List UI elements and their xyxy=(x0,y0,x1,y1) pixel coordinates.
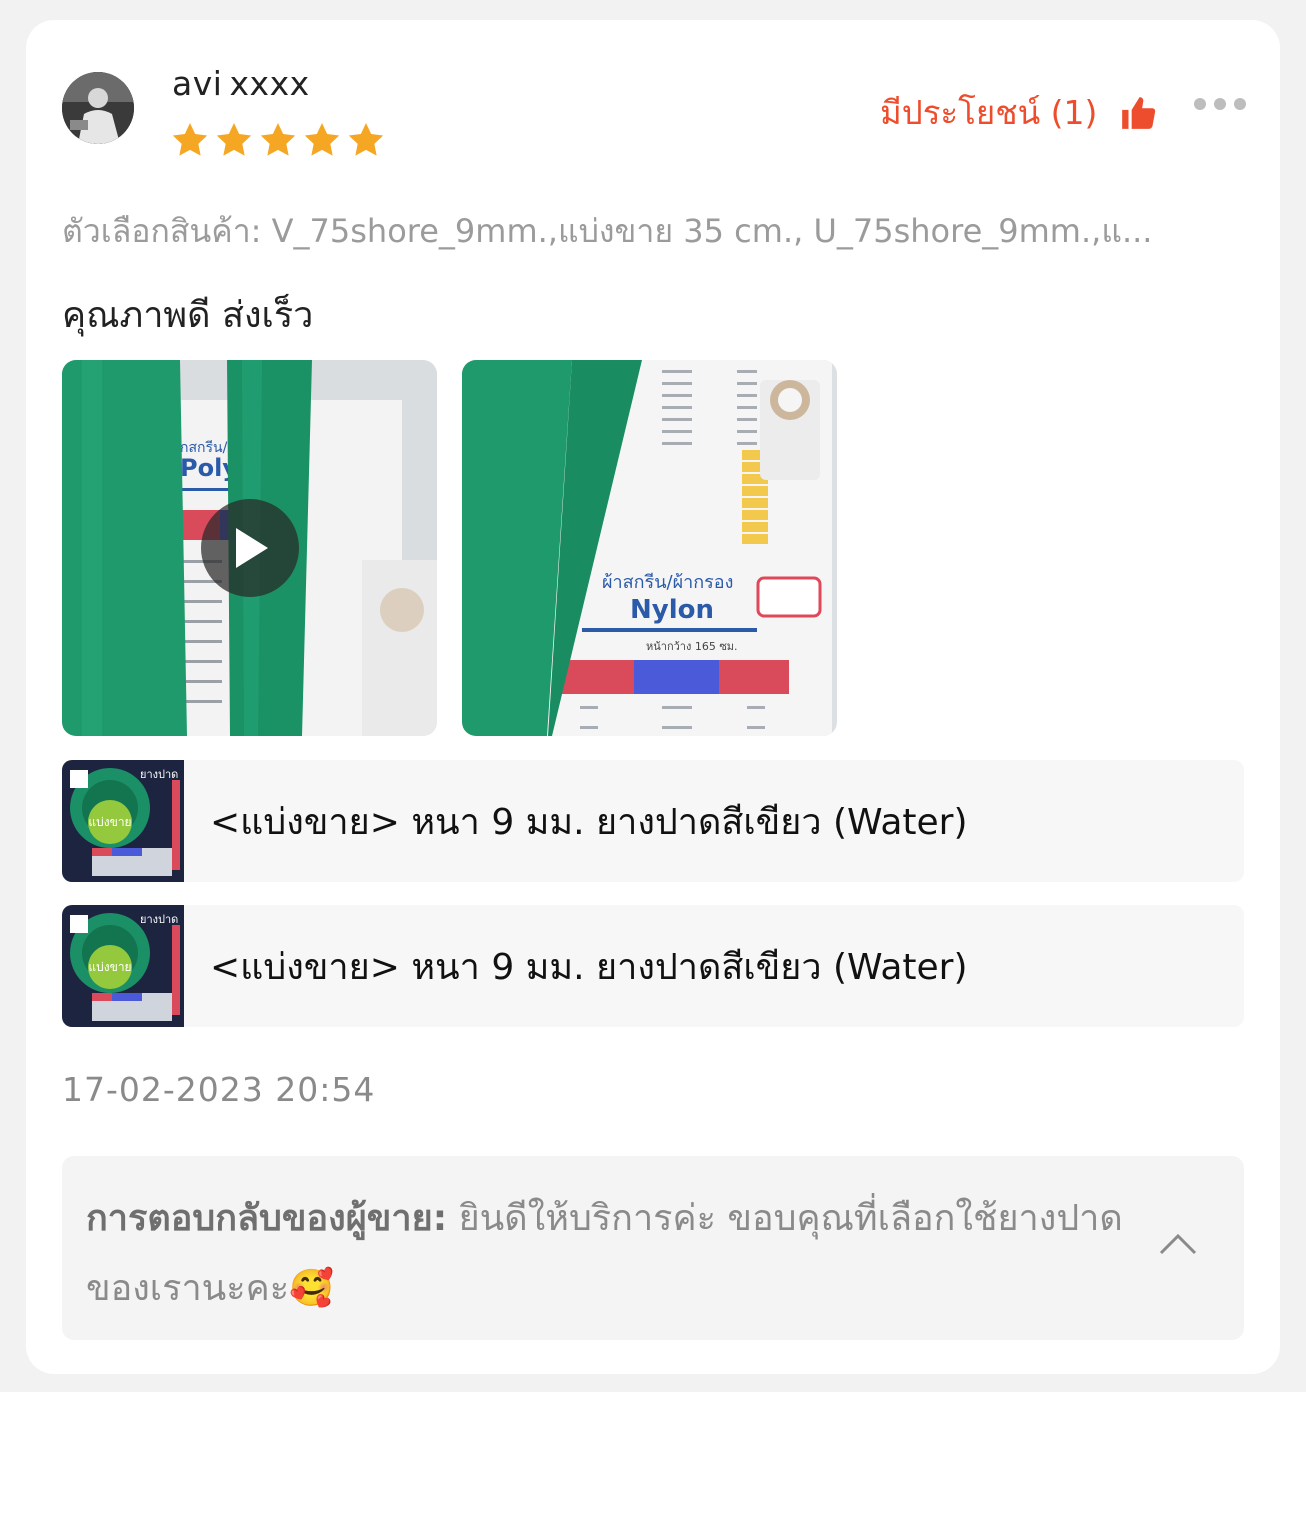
chevron-up-icon[interactable] xyxy=(1158,1230,1198,1256)
product-link-1[interactable]: แบ่งขาย ยางปาด <แบ่งขาย> หนา 9 มม. ยางปา… xyxy=(62,760,1244,882)
avatar[interactable] xyxy=(62,72,134,144)
play-icon[interactable] xyxy=(201,499,299,597)
right-poster-title: ผ้าสกรีน/ผ้ากรอง xyxy=(602,572,733,593)
star-icon xyxy=(304,123,340,156)
right-poster-brand: Nylon xyxy=(630,595,714,625)
product-link-2[interactable]: แบ่งขาย ยางปาด <แบ่งขาย> หนา 9 มม. ยางปา… xyxy=(62,905,1244,1027)
helpful-label: มีประโยชน์ (1) xyxy=(880,93,1098,132)
thumb-title: ยางปาด xyxy=(140,913,178,926)
review-text: คุณภาพดี ส่งเร็ว xyxy=(62,295,314,336)
product-title: <แบ่งขาย> หนา 9 มม. ยางปาดสีเขียว (Water… xyxy=(210,801,968,843)
seller-reply-label: การตอบกลับของผู้ขาย: xyxy=(86,1198,448,1239)
more-options-icon[interactable] xyxy=(1194,98,1246,110)
seller-reply-text: การตอบกลับของผู้ขาย: ยินดีให้บริการค่ะ ข… xyxy=(86,1184,1126,1324)
star-icon xyxy=(216,123,252,156)
reviewer-name: avi xxxx xyxy=(172,64,310,103)
product-variant: ตัวเลือกสินค้า: V_75shore_9mm.,แบ่งขาย 3… xyxy=(62,212,1153,250)
star-icon xyxy=(260,123,296,156)
thumb-title: ยางปาด xyxy=(140,768,178,781)
review-image[interactable]: ผ้าสกรีน/ผ้ากรอง Nylon หน้ากว้าง 165 ซม. xyxy=(462,360,837,736)
helpful-button[interactable]: มีประโยชน์ (1) xyxy=(880,86,1157,139)
thumb-label: แบ่งขาย xyxy=(88,815,131,829)
product-thumbnail: แบ่งขาย ยางปาด xyxy=(62,905,184,1027)
review-video-thumbnail[interactable]: กสกรีน/ผ้ Polye xyxy=(62,360,437,736)
thumbs-up-icon xyxy=(1122,96,1156,129)
seller-reply: การตอบกลับของผู้ขาย: ยินดีให้บริการค่ะ ข… xyxy=(62,1156,1244,1340)
right-poster-sub: หน้ากว้าง 165 ซม. xyxy=(646,640,738,653)
star-icon xyxy=(348,123,384,156)
rating-stars xyxy=(170,120,386,160)
product-title: <แบ่งขาย> หนา 9 มม. ยางปาดสีเขียว (Water… xyxy=(210,946,968,988)
thumb-label: แบ่งขาย xyxy=(88,960,131,974)
review-timestamp: 17-02-2023 20:54 xyxy=(62,1070,376,1109)
product-thumbnail: แบ่งขาย ยางปาด xyxy=(62,760,184,882)
star-icon xyxy=(172,123,208,156)
